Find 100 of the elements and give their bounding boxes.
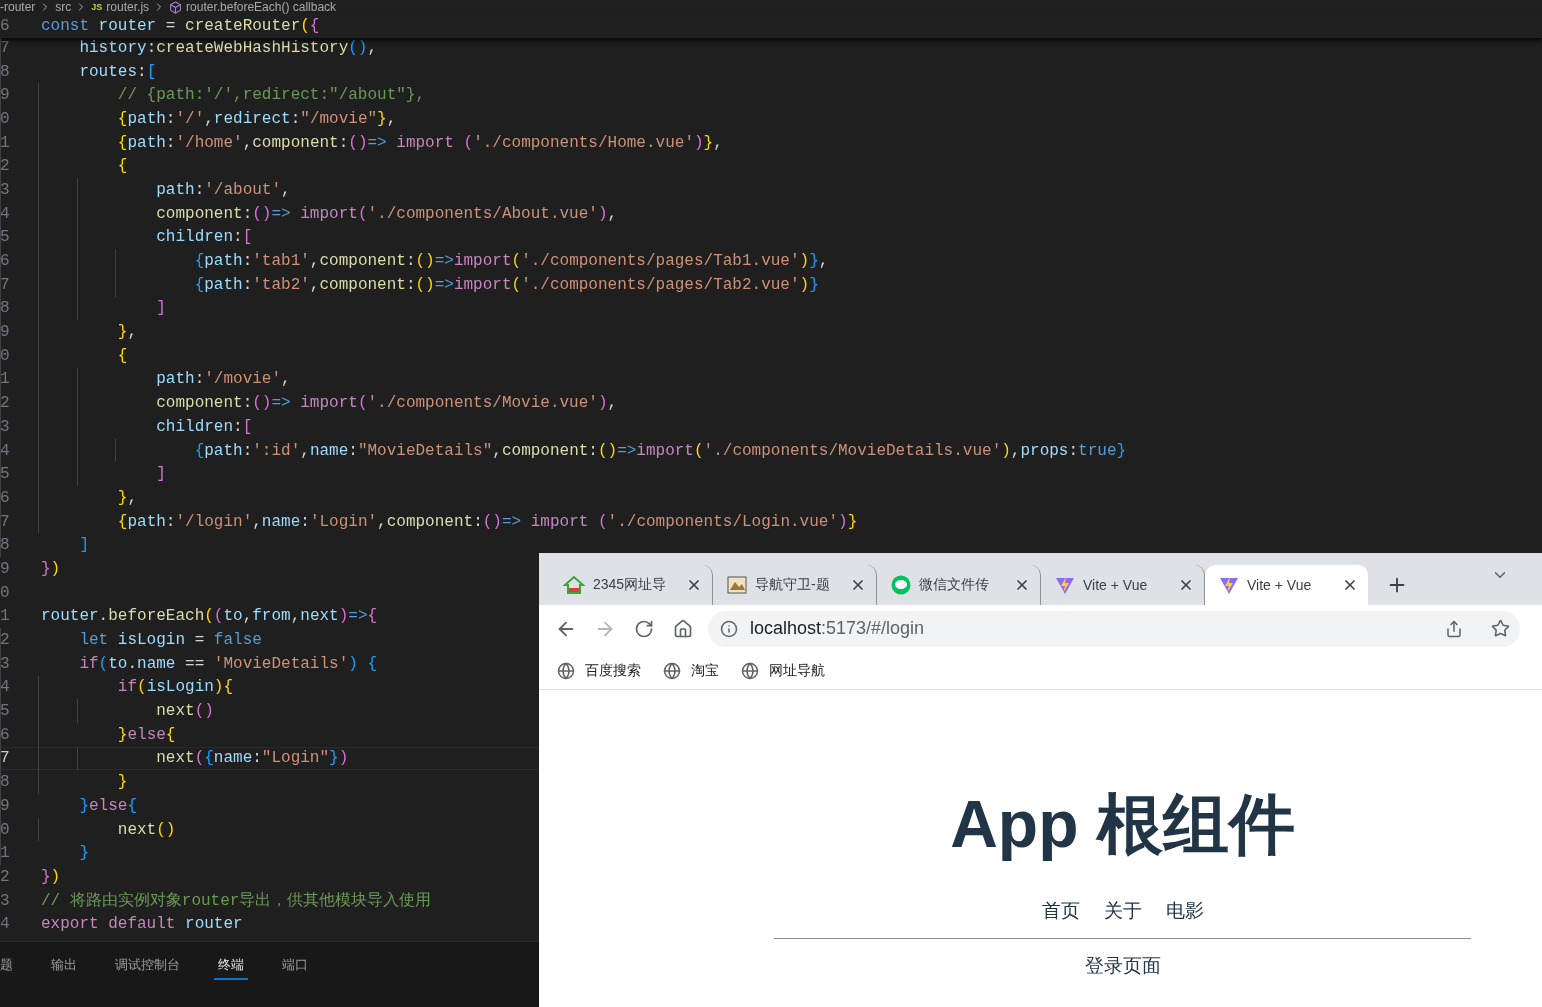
nav-link[interactable]: 首页 [1041,898,1080,924]
code-line: } [116,773,128,792]
browser-tab[interactable]: 2345网址导 [549,565,713,605]
page-text: 登录页面 [1084,954,1161,978]
line-number: 1 [0,844,11,863]
line-number: 2 [0,631,11,650]
bookmark[interactable]: 百度搜索 [557,661,641,680]
line-number: 9 [0,86,11,105]
code-line: const router = createRouter({ [41,16,320,35]
breadcrumb-item[interactable]: -router [0,0,36,14]
line-number: 4 [0,678,11,697]
url-text: localhost:5173/#/login [750,618,926,639]
line-number: 6 [0,488,11,507]
code-line: {path:'/login',name:'Login',component:()=> import ('./components/Login.vue')} [116,512,858,531]
code-line: component:()=> import('./components/About.vue'), [155,204,618,223]
code-line: component:()=> import('./components/Movie.vue'), [155,394,618,413]
code-line: if(isLogin){ [116,678,234,697]
line-number: 7 [0,749,11,768]
line-number: 7 [0,275,11,294]
line-number: 2 [0,394,11,413]
code-line: } [78,844,89,863]
code-line: path:'/movie', [155,370,291,389]
line-number: 7 [0,38,11,57]
browser-tab[interactable]: 微信文件传 [877,565,1041,605]
breadcrumb-item[interactable]: router.beforeEach() callback [186,0,337,14]
panel-tab[interactable]: 端口 [278,954,312,980]
code-line: {path:':id',name:"MovieDetails",component:()=>import('./components/MovieDetails.vue'),props:true} [193,441,1127,460]
line-number: 3 [0,891,11,910]
bookmark[interactable]: 淘宝 [663,661,719,680]
line-number: 0 [0,346,11,365]
code-line: next() [155,702,214,721]
code-line: next() [116,820,176,839]
line-number: 6 [0,725,11,744]
line-number: 1 [0,607,11,626]
code-line: router.beforeEach((to,from,next)=>{ [41,607,378,626]
browser-tab[interactable]: 导航守卫-题 [713,565,877,605]
code-line: {path:'/home',component:()=> import ('./components/Home.vue')}, [116,133,723,152]
code-line: children:[ [155,228,253,247]
panel-tab[interactable]: 调试控制台 [111,954,184,980]
code-line: path:'/about', [155,180,291,199]
panel-tab[interactable]: 题 [0,954,17,980]
code-line: ] [78,536,89,555]
line-number: 6 [0,252,11,271]
code-line: next({name:"Login"}) [155,749,349,768]
code-line: { [116,157,128,176]
line-number: 2 [0,867,11,886]
code-line: // 将路由实例对象router导出，供其他模块导入使用 [41,891,432,912]
line-number: 1 [0,370,11,389]
panel-tab[interactable]: 输出 [47,954,81,980]
line-number: 3 [0,180,11,199]
line-number: 8 [0,773,11,792]
code-line: }, [116,488,138,507]
breadcrumb-item[interactable]: router.js [106,0,150,14]
code-line: history:createWebHashHistory(), [78,38,378,57]
code-line: if(to.name == 'MovieDetails') { [78,654,378,673]
line-number: 4 [0,915,11,934]
address-bar[interactable]: localhost:5173/#/login [708,610,1520,647]
line-number: 3 [0,654,11,673]
code-line: ] [155,299,166,318]
browser-tab[interactable]: Vite + Vue [1205,565,1369,605]
code-line: }) [41,559,61,578]
code-line: let isLogin = false [78,631,262,650]
code-line: ] [155,465,166,484]
line-number: 9 [0,323,11,342]
code-line: {path:'tab2',component:()=>import('./components/pages/Tab2.vue')} [193,275,819,294]
line-number: 8 [0,299,11,318]
line-number: 5 [0,465,11,484]
nav-link[interactable]: 关于 [1103,898,1142,924]
line-number: 9 [0,559,11,578]
code-line: export default router [41,915,243,934]
panel-tab[interactable]: 终端 [214,954,248,980]
page-heading: App 根组件 [950,786,1295,863]
line-number: 8 [0,62,11,81]
line-number: 3 [0,417,11,436]
line-number: 8 [0,536,11,555]
line-number: 2 [0,157,11,176]
code-line: { [116,346,128,365]
file-type-label: JS [91,2,103,12]
code-line: // {path:'/',redirect:"/about"}, [116,86,426,105]
code-line: {path:'tab1',component:()=>import('./components/pages/Tab1.vue')}, [193,252,829,271]
bookmark[interactable]: 网址导航 [741,661,825,680]
code-line: {path:'/',redirect:"/movie"}, [116,109,397,128]
line-number: 5 [0,228,11,247]
line-number: 7 [0,512,11,531]
line-number: 9 [0,796,11,815]
code-line: }else{ [116,725,176,744]
line-number: 5 [0,702,11,721]
code-line: }) [41,867,61,886]
code-line: }, [116,323,138,342]
line-number: 4 [0,441,11,460]
line-number: 4 [0,204,11,223]
line-number: 0 [0,583,11,602]
line-number: 6 [0,16,11,35]
line-number: 0 [0,109,11,128]
code-line: routes:[ [78,62,157,81]
code-line: children:[ [155,417,253,436]
breadcrumb-item[interactable]: src [55,0,72,14]
nav-link[interactable]: 电影 [1165,898,1204,924]
code-line: }else{ [78,796,138,815]
line-number: 1 [0,133,11,152]
